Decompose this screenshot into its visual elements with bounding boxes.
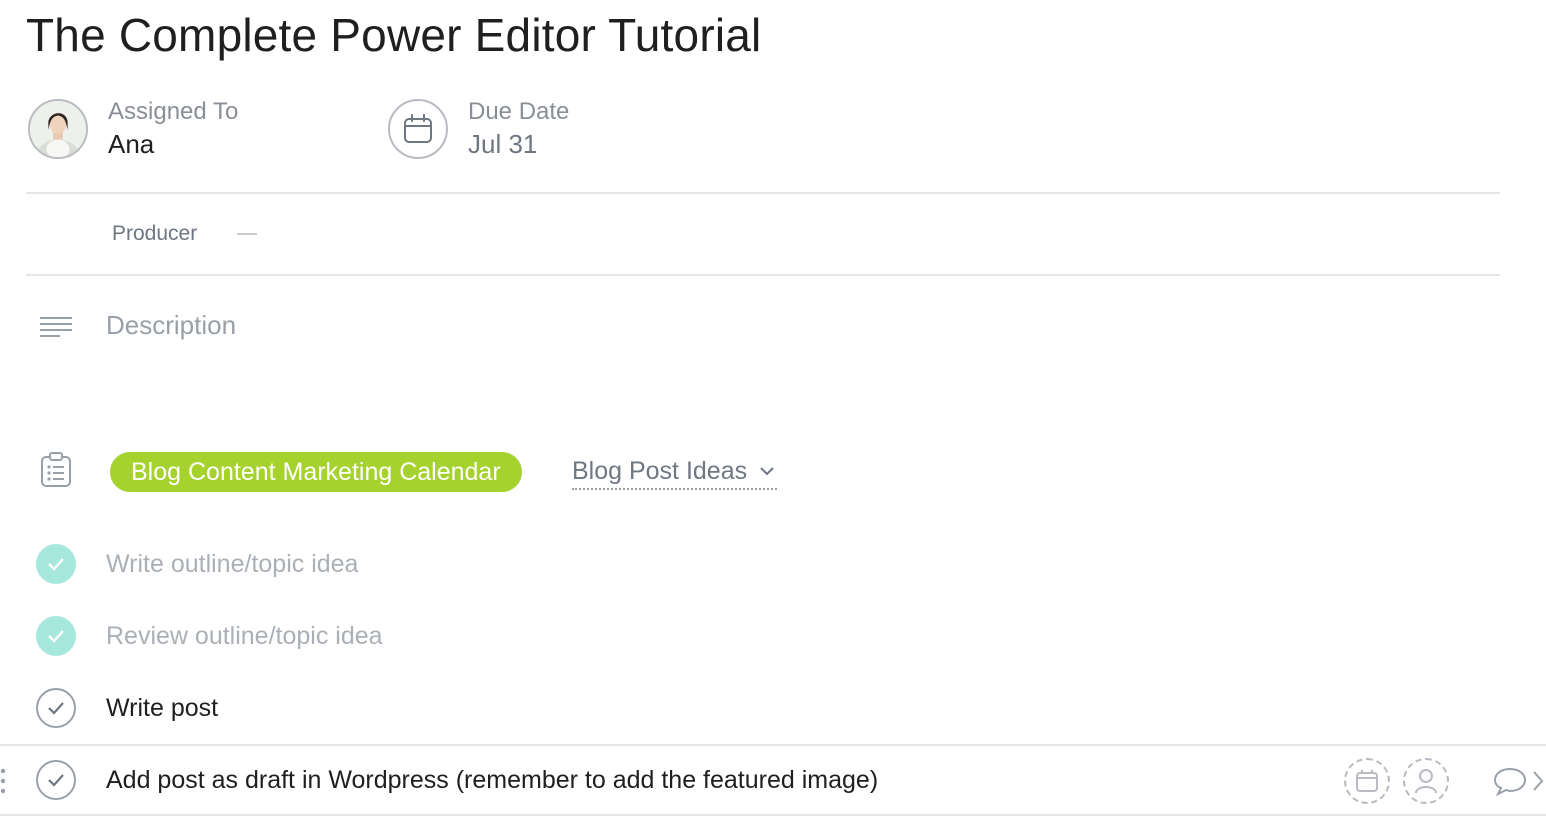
subtask-complete-checkbox[interactable] bbox=[36, 688, 76, 728]
chevron-right-icon[interactable] bbox=[1532, 770, 1544, 792]
checkmark-icon bbox=[48, 702, 64, 715]
calendar-icon bbox=[1356, 770, 1378, 792]
subtask-row-hovered[interactable]: Add post as draft in Wordpress (remember… bbox=[0, 744, 1546, 816]
divider bbox=[26, 192, 1500, 194]
checkmark-icon bbox=[48, 558, 64, 571]
subtask-complete-checkbox[interactable] bbox=[36, 544, 76, 584]
due-date-button[interactable] bbox=[388, 99, 448, 159]
subtask-row[interactable]: Review outline/topic idea bbox=[0, 600, 1546, 672]
subtask-row[interactable]: Write outline/topic idea bbox=[0, 528, 1546, 600]
checkmark-icon bbox=[48, 774, 64, 787]
subtask-name[interactable]: Write outline/topic idea bbox=[106, 550, 358, 579]
avatar-photo bbox=[30, 101, 86, 157]
task-title[interactable]: The Complete Power Editor Tutorial bbox=[26, 8, 761, 62]
subtask-name[interactable]: Add post as draft in Wordpress (remember… bbox=[106, 766, 878, 795]
avatar[interactable] bbox=[28, 99, 88, 159]
user-icon bbox=[1415, 769, 1437, 794]
assignee-name[interactable]: Ana bbox=[108, 127, 238, 161]
subtask-row[interactable]: Write post bbox=[0, 672, 1546, 744]
calendar-icon bbox=[404, 114, 432, 143]
due-date-value[interactable]: Jul 31 bbox=[468, 127, 569, 161]
custom-field-empty-value[interactable] bbox=[237, 233, 258, 235]
clipboard-list-icon bbox=[41, 452, 71, 487]
assignee-label: Assigned To bbox=[108, 98, 239, 125]
due-date-label: Due Date bbox=[468, 98, 570, 125]
description-input[interactable]: Description bbox=[106, 310, 236, 341]
subtask-due-date-button[interactable] bbox=[1344, 758, 1390, 804]
subtask-complete-checkbox[interactable] bbox=[36, 760, 76, 800]
chevron-down-icon bbox=[760, 467, 774, 476]
speech-bubble-icon[interactable] bbox=[1492, 766, 1528, 796]
due-date-field[interactable]: Due Date Jul 31 bbox=[388, 98, 569, 160]
subtask-complete-checkbox[interactable] bbox=[36, 616, 76, 656]
subtask-assignee-button[interactable] bbox=[1403, 758, 1449, 804]
subtask-name[interactable]: Review outline/topic idea bbox=[106, 622, 383, 651]
due-date-text: Due Date Jul 31 bbox=[468, 97, 569, 161]
custom-field-producer[interactable]: Producer bbox=[112, 222, 258, 246]
project-pill[interactable]: Blog Content Marketing Calendar bbox=[110, 452, 522, 492]
subtask-name[interactable]: Write post bbox=[106, 694, 218, 723]
section-name: Blog Post Ideas bbox=[572, 456, 748, 485]
divider bbox=[26, 274, 1500, 276]
checkmark-icon bbox=[48, 630, 64, 643]
assignee-text: Assigned To Ana bbox=[108, 97, 238, 161]
drag-handle-icon[interactable] bbox=[0, 768, 6, 794]
section-dropdown[interactable]: Blog Post Ideas bbox=[572, 454, 778, 490]
align-left-icon bbox=[40, 317, 72, 337]
assignee-field[interactable]: Assigned To Ana bbox=[28, 98, 238, 160]
custom-field-label: Producer bbox=[112, 222, 198, 245]
